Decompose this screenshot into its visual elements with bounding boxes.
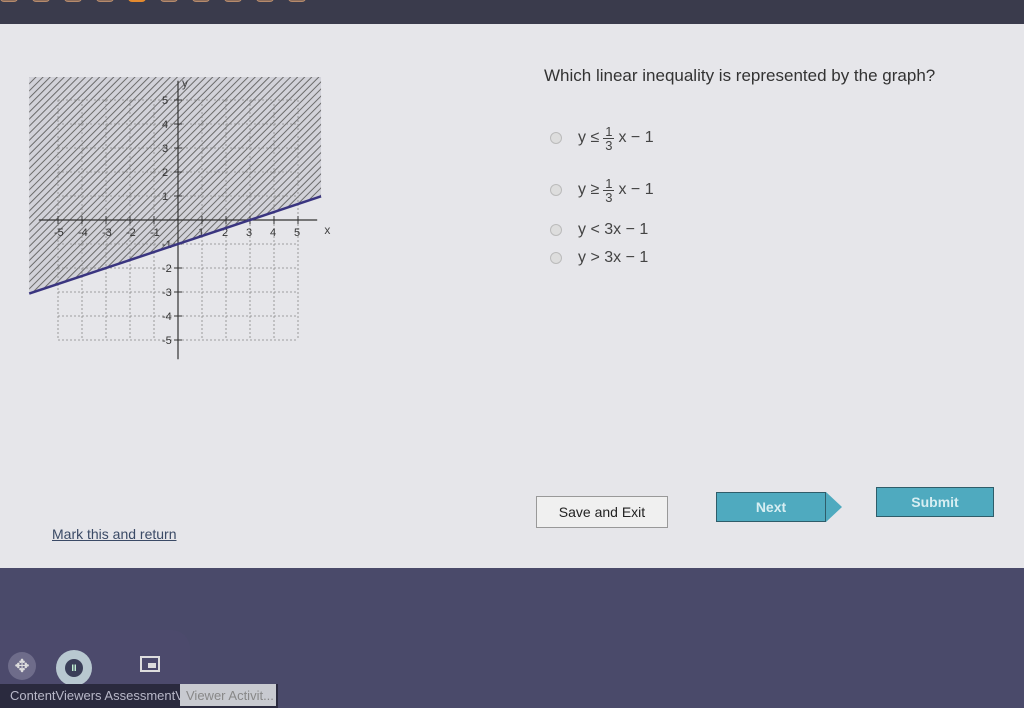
- option-expression: y ≥ 1 3 x − 1: [578, 177, 654, 204]
- question-panel: x y -5 -4 -3 -2 -1 1 2 3 4 5 -5 -4 -3 -2 -1 1 2 3 4 5 Which l…: [0, 24, 1024, 568]
- next-arrow-icon[interactable]: [826, 492, 842, 522]
- numerator: 1: [603, 123, 615, 139]
- radio-button[interactable]: [550, 224, 562, 236]
- x-tick-label: 4: [270, 227, 276, 239]
- taskbar-tab[interactable]: Viewer Activit...: [180, 684, 276, 706]
- y-tick-label: 1: [162, 191, 168, 203]
- x-tick-label: -2: [126, 227, 136, 239]
- submit-button[interactable]: Submit: [876, 487, 994, 517]
- mark-and-return-link[interactable]: Mark this and return: [52, 526, 177, 542]
- y-tick-label: 4: [162, 119, 168, 131]
- question-tab[interactable]: [192, 0, 210, 2]
- expr-rhs: x − 1: [618, 129, 654, 146]
- option-expression: y > 3x − 1: [578, 249, 649, 266]
- move-icon[interactable]: ✥: [8, 652, 36, 680]
- denominator: 3: [605, 137, 613, 153]
- answer-options: y ≤ 1 3 x − 1 y ≥ 1 3 x − 1 y < 3x − 1 y…: [550, 112, 654, 272]
- x-tick-label: -5: [54, 227, 64, 239]
- expr-lhs: y ≥: [578, 181, 600, 198]
- graph: x y -5 -4 -3 -2 -1 1 2 3 4 5 -5 -4 -3 -2 -1 1 2 3 4 5: [20, 64, 340, 364]
- expr-rhs: x − 1: [618, 181, 654, 198]
- question-tab[interactable]: [0, 0, 18, 2]
- radio-button[interactable]: [550, 184, 562, 196]
- shaded-region: [29, 76, 322, 294]
- option-4[interactable]: y > 3x − 1: [550, 244, 654, 272]
- y-tick-label: -2: [162, 263, 172, 275]
- question-tab[interactable]: [128, 0, 146, 2]
- x-tick-label: -4: [78, 227, 88, 239]
- picture-in-picture-icon[interactable]: [140, 656, 160, 672]
- x-axis-label: x: [324, 223, 330, 237]
- expr-lhs: y ≤: [578, 129, 600, 146]
- x-tick-label: 5: [294, 227, 300, 239]
- y-tick-label: -5: [162, 335, 172, 347]
- question-text: Which linear inequality is represented b…: [544, 66, 936, 85]
- numerator: 1: [603, 175, 615, 191]
- radio-button[interactable]: [550, 132, 562, 144]
- taskbar: ContentViewers AssessmentViewer Viewer A…: [0, 684, 278, 708]
- x-tick-label: -1: [150, 227, 160, 239]
- option-expression: y ≤ 1 3 x − 1: [578, 125, 654, 152]
- question-tabs: [0, 0, 306, 2]
- question-tab[interactable]: [32, 0, 50, 2]
- question-tab[interactable]: [224, 0, 242, 2]
- option-1[interactable]: y ≤ 1 3 x − 1: [550, 112, 654, 164]
- y-tick-label: 3: [162, 143, 168, 155]
- question-tab[interactable]: [256, 0, 274, 2]
- y-tick-label: -4: [162, 311, 172, 323]
- fraction: 1 3: [603, 123, 615, 153]
- next-button[interactable]: Next: [716, 492, 826, 522]
- option-3[interactable]: y < 3x − 1: [550, 216, 654, 244]
- option-2[interactable]: y ≥ 1 3 x − 1: [550, 164, 654, 216]
- question-tab[interactable]: [160, 0, 178, 2]
- y-axis-label: y: [182, 76, 188, 90]
- x-tick-label: 3: [246, 227, 252, 239]
- y-tick-label: 2: [162, 167, 168, 179]
- radio-button[interactable]: [550, 252, 562, 264]
- x-tick-label: -3: [102, 227, 112, 239]
- pause-icon: II: [65, 659, 83, 677]
- option-expression: y < 3x − 1: [578, 221, 649, 238]
- y-tick-label: -3: [162, 287, 172, 299]
- denominator: 3: [605, 189, 613, 205]
- top-bar: [0, 0, 1024, 24]
- question-tab[interactable]: [64, 0, 82, 2]
- fraction: 1 3: [603, 175, 615, 205]
- y-tick-label: 5: [162, 95, 168, 107]
- question-tab[interactable]: [288, 0, 306, 2]
- save-and-exit-button[interactable]: Save and Exit: [536, 496, 668, 528]
- question-tab[interactable]: [96, 0, 114, 2]
- inequality-graph: xy-5 -4 -3 -2 -1 1 2 3 4 5-5-4-3-2-112345: [28, 76, 330, 360]
- pause-button[interactable]: II: [56, 650, 92, 686]
